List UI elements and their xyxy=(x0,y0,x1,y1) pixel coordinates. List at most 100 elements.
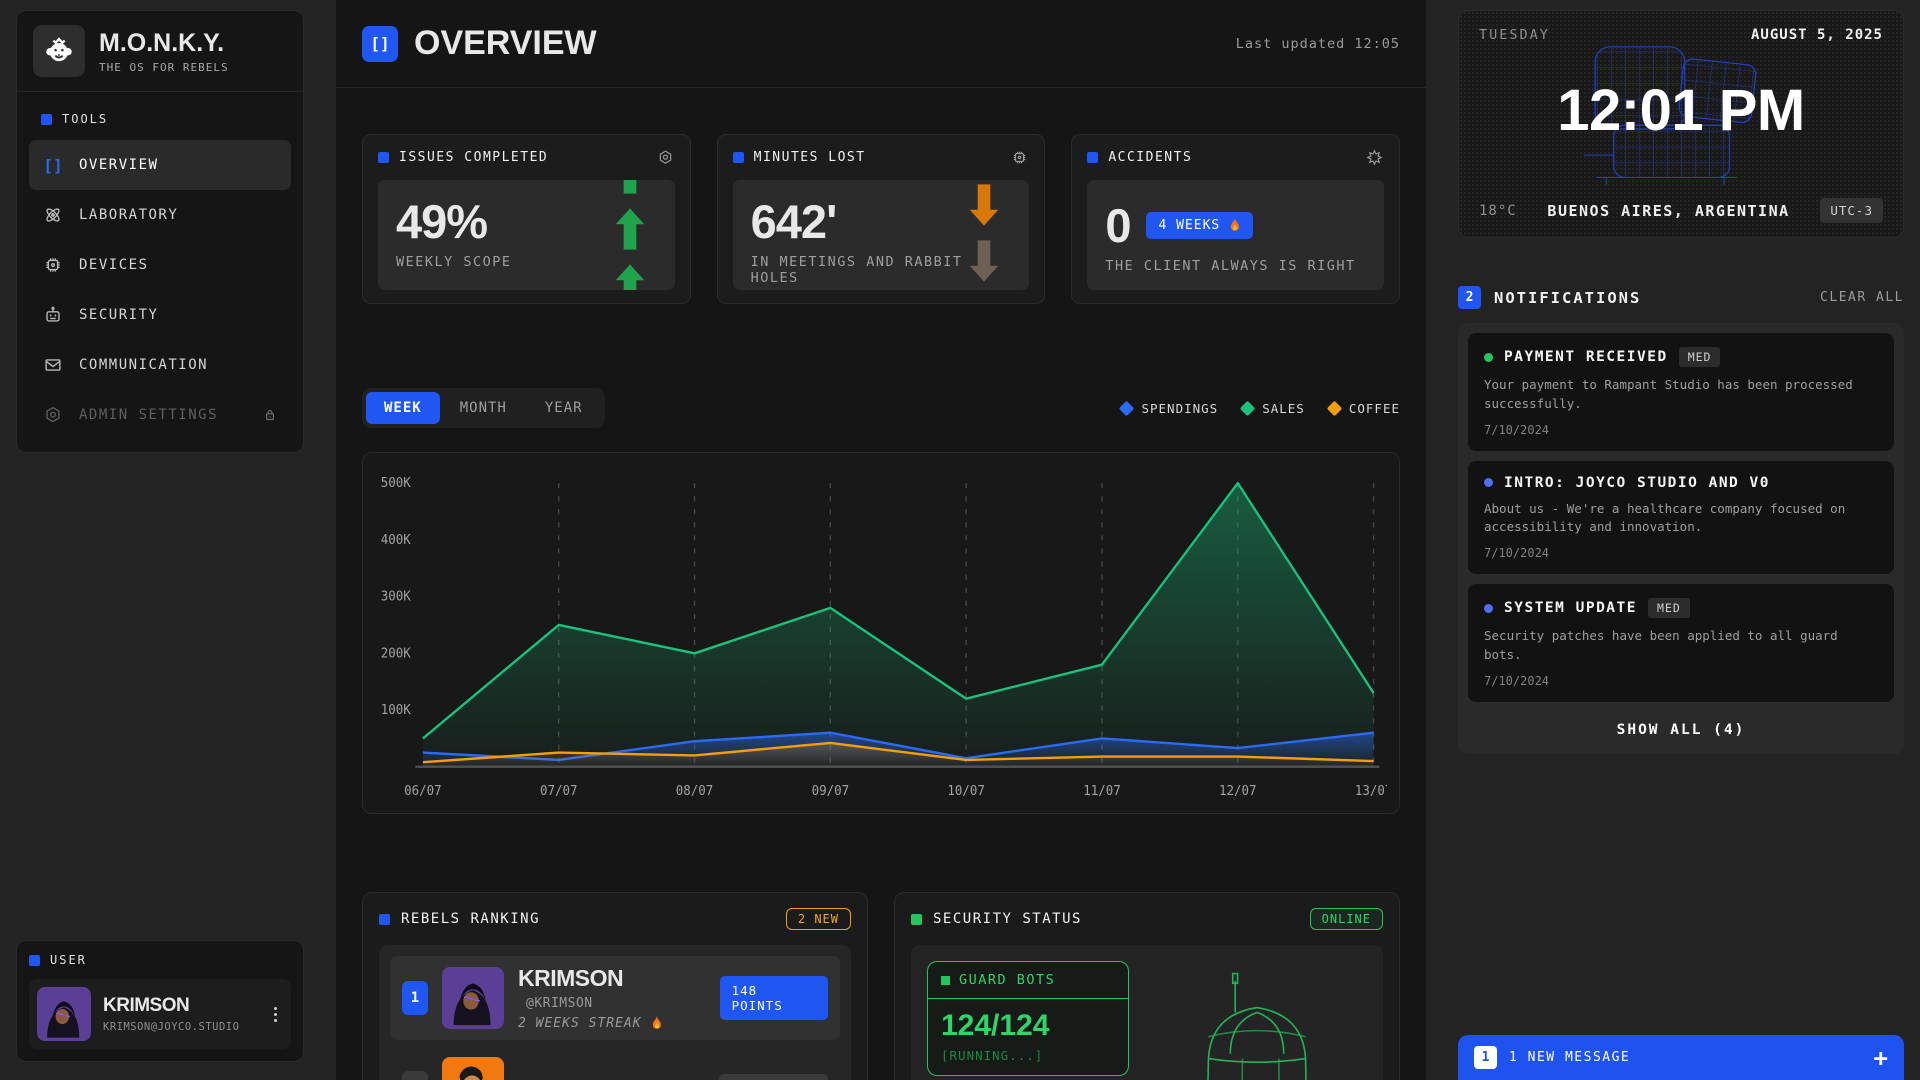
trend-up-arrows-icon xyxy=(611,180,649,290)
user-card: USER KRIMSON KRIMSON@JOYCO.STUDIO xyxy=(16,940,304,1062)
guard-bots-value: 124/124 xyxy=(941,1009,1115,1043)
user-info: KRIMSON KRIMSON@JOYCO.STUDIO xyxy=(103,995,239,1033)
ranking-list: 1 KRIMSON xyxy=(379,945,851,1080)
rank-name: MATI xyxy=(518,1075,571,1080)
clear-all-button[interactable]: CLEAR ALL xyxy=(1820,290,1904,305)
hex-nut-icon[interactable] xyxy=(656,148,675,167)
sidebar-item-laboratory[interactable]: LABORATORY xyxy=(29,190,291,240)
robot-icon xyxy=(41,303,65,327)
svg-text:06/07: 06/07 xyxy=(404,784,441,799)
security-body: GUARD BOTS 124/124 [RUNNING...] FIREWALL xyxy=(911,945,1383,1080)
trend-down-arrows-icon xyxy=(965,182,1003,290)
notification-body: Your payment to Rampant Studio has been … xyxy=(1484,376,1878,414)
notification-title: PAYMENT RECEIVED xyxy=(1504,349,1668,365)
stat-card-accidents: ACCIDENTS 0 4 WEEKS xyxy=(1071,134,1400,304)
stat-body: 49% WEEKLY SCOPE xyxy=(378,180,675,290)
svg-text:09/07: 09/07 xyxy=(812,784,849,799)
tab-month[interactable]: MONTH xyxy=(442,392,525,424)
diamond-icon xyxy=(1240,400,1256,416)
user-label: USER xyxy=(50,953,87,967)
legend-coffee: COFFEE xyxy=(1329,401,1400,416)
avatar xyxy=(442,967,504,1029)
notifications-list: PAYMENT RECEIVED MED Your payment to Ram… xyxy=(1458,323,1904,754)
ranking-row-2[interactable]: 2 xyxy=(390,1048,840,1080)
user-email: KRIMSON@JOYCO.STUDIO xyxy=(103,1021,239,1033)
stat-caption: THE CLIENT ALWAYS IS RIGHT xyxy=(1105,258,1366,274)
logo-row: M.O.N.K.Y. THE OS FOR REBELS xyxy=(17,11,303,92)
sidebar-item-security[interactable]: SECURITY xyxy=(29,290,291,340)
priority-badge: MED xyxy=(1648,598,1690,618)
user-row[interactable]: KRIMSON KRIMSON@JOYCO.STUDIO xyxy=(29,979,291,1049)
tab-year[interactable]: YEAR xyxy=(527,392,601,424)
notification-body: Security patches have been applied to al… xyxy=(1484,627,1878,665)
sidebar-item-admin-settings[interactable]: ADMIN SETTINGS xyxy=(29,390,291,440)
chip-icon xyxy=(41,253,65,277)
notification-system-update[interactable]: SYSTEM UPDATE MED Security patches have … xyxy=(1468,584,1894,702)
tab-week[interactable]: WEEK xyxy=(366,392,440,424)
user-name: KRIMSON xyxy=(103,995,239,1017)
diamond-icon xyxy=(1327,400,1343,416)
rank-info: MATI @MATI xyxy=(518,1075,630,1080)
notification-title: INTRO: JOYCO STUDIO AND V0 xyxy=(1504,475,1770,491)
burst-icon[interactable] xyxy=(1365,148,1384,167)
ranking-new-badge: 2 NEW xyxy=(786,908,851,930)
notifications-title: NOTIFICATIONS xyxy=(1494,289,1641,307)
rank-info: KRIMSON @KRIMSON 2 WEEKS STREAK xyxy=(518,965,706,1031)
svg-text:200K: 200K xyxy=(381,646,411,661)
hex-nut-icon xyxy=(41,403,65,427)
status-dot-icon xyxy=(1484,353,1493,362)
atom-icon xyxy=(41,203,65,227)
sidebar-item-label: OVERVIEW xyxy=(79,157,158,173)
message-count-badge: 1 xyxy=(1474,1046,1497,1069)
svg-text:13/07: 13/07 xyxy=(1355,784,1387,799)
location: BUENOS AIRES, ARGENTINA xyxy=(1547,202,1789,220)
sidebar-item-communication[interactable]: COMMUNICATION xyxy=(29,340,291,390)
ranking-row-1[interactable]: 1 KRIMSON xyxy=(390,956,840,1040)
rank-name: KRIMSON xyxy=(518,965,623,991)
notifications-header: 2 NOTIFICATIONS CLEAR ALL xyxy=(1458,286,1904,309)
legend-sales: SALES xyxy=(1242,401,1305,416)
stat-square-icon xyxy=(1087,152,1098,163)
avatar xyxy=(442,1057,504,1080)
points-badge: 148 POINTS xyxy=(720,976,828,1020)
ranking-title: REBELS RANKING xyxy=(401,911,540,927)
range-tabs: WEEK MONTH YEAR xyxy=(362,388,605,428)
avatar xyxy=(37,987,91,1041)
user-menu-kebab-icon[interactable] xyxy=(274,1007,277,1022)
status-dot-icon xyxy=(1484,604,1493,613)
svg-text:400K: 400K xyxy=(381,533,411,548)
new-message-bar[interactable]: 1 1 NEW MESSAGE + xyxy=(1458,1035,1904,1080)
notification-date: 7/10/2024 xyxy=(1484,674,1878,688)
notification-date: 7/10/2024 xyxy=(1484,423,1878,437)
nav-section: TOOLS [] OVERVIEW LABORATORY xyxy=(17,92,303,452)
bottom-row: REBELS RANKING 2 NEW 1 xyxy=(362,892,1400,1080)
rank-badge: 1 xyxy=(402,981,428,1015)
clock-widget: TUESDAY AUGUST 5, 2025 12:01 PM 18°C BUE… xyxy=(1458,10,1904,238)
notification-payment[interactable]: PAYMENT RECEIVED MED Your payment to Ram… xyxy=(1468,333,1894,451)
plus-icon[interactable]: + xyxy=(1874,1046,1888,1070)
notification-intro[interactable]: INTRO: JOYCO STUDIO AND V0 About us - We… xyxy=(1468,461,1894,575)
svg-text:12/07: 12/07 xyxy=(1219,784,1256,799)
ranking-square-icon xyxy=(379,914,390,925)
brackets-icon: [] xyxy=(41,153,65,177)
monkey-logo-icon xyxy=(33,25,85,77)
flame-icon xyxy=(1228,218,1241,233)
guard-bots-status: [RUNNING...] xyxy=(941,1048,1115,1063)
app-subtitle: THE OS FOR REBELS xyxy=(99,61,229,74)
sidebar-item-overview[interactable]: [] OVERVIEW xyxy=(29,140,291,190)
svg-text:07/07: 07/07 xyxy=(540,784,577,799)
chip-icon[interactable] xyxy=(1010,148,1029,167)
spend-sales-chart: 100K200K300K400K500K06/0707/0708/0709/07… xyxy=(362,452,1400,814)
security-status-card: SECURITY STATUS ONLINE GUARD BOTS 124/12… xyxy=(894,892,1400,1080)
logo-text: M.O.N.K.Y. THE OS FOR REBELS xyxy=(99,29,229,74)
svg-text:500K: 500K xyxy=(381,476,411,491)
sidebar-item-devices[interactable]: DEVICES xyxy=(29,240,291,290)
tools-square-icon xyxy=(41,114,52,125)
svg-text:10/07: 10/07 xyxy=(947,784,984,799)
show-all-button[interactable]: SHOW ALL (4) xyxy=(1468,712,1894,744)
diamond-icon xyxy=(1119,400,1135,416)
points-badge: 129 POINTS xyxy=(719,1074,828,1080)
guard-square-icon xyxy=(941,976,950,985)
rank-badge: 2 xyxy=(402,1071,428,1080)
tools-label: TOOLS xyxy=(62,112,108,126)
